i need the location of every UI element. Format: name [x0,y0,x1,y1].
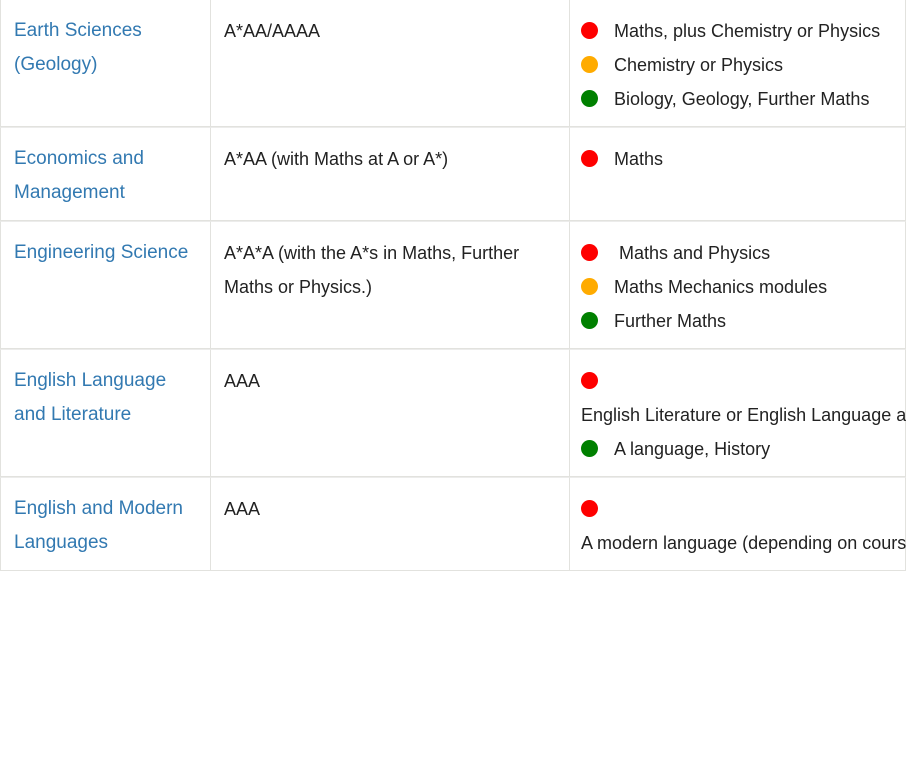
conditional-offer-text: A*AA (with Maths at A or A*) [224,149,449,169]
subject-requirements-cell: A modern language (depending on course c… [570,477,906,571]
subject-requirements-cell: Maths, plus Chemistry or Physics Chemistr… [570,0,906,127]
subject-requirement-label: Maths Mechanics modules [614,277,828,297]
conditional-offer-cell: A*AA (with Maths at A or A*) [211,127,570,221]
helpful-dot-icon [581,312,598,329]
subject-requirement-list: English Literature or English Language a… [581,364,906,466]
table-row: English Language and Literature AAA Englis… [0,349,906,477]
course-name-cell: Economics and Management [0,127,211,221]
subject-requirement-item: Biology, Geology, Further Maths [581,82,892,116]
conditional-offer-text: AAA [224,499,261,519]
subject-requirement-item: Maths [581,142,892,176]
table-row: Engineering Science A*A*A (with the A*s i… [0,221,906,349]
course-link[interactable]: Engineering Science [14,236,197,270]
course-link[interactable]: Earth Sciences (Geology) [14,14,197,82]
recommended-dot-icon [581,278,598,295]
subject-requirements-cell: Maths [570,127,906,221]
required-dot-icon [581,500,598,517]
subject-requirement-label: Biology, Geology, Further Maths [614,89,870,109]
table-row: Economics and Management A*AA (with Maths… [0,127,906,221]
table-body: Earth Sciences (Geology) A*AA/AAAA Maths, … [0,0,906,571]
subject-requirements-cell: English Literature or English Language a… [570,349,906,477]
subject-requirement-label: Further Maths [614,311,727,331]
subject-requirement-item: Maths Mechanics modules [581,270,892,304]
subject-requirement-item: Maths, plus Chemistry or Physics [581,14,892,48]
subject-requirement-item: Maths and Physics [581,236,892,270]
subject-requirement-list: Maths and Physics Maths Mechanics modules… [581,236,892,338]
subject-requirements-cell: Maths and Physics Maths Mechanics modules… [570,221,906,349]
course-link[interactable]: English Language and Literature [14,364,197,432]
subject-requirement-label: A modern language (depending on course c… [581,533,906,553]
subject-requirement-label: A language, History [614,439,771,459]
course-name-cell: Earth Sciences (Geology) [0,0,211,127]
conditional-offer-text: A*AA/AAAA [224,21,321,41]
helpful-dot-icon [581,440,598,457]
conditional-offer-text: AAA [224,371,261,391]
required-dot-icon [581,22,598,39]
helpful-dot-icon [581,90,598,107]
subject-requirement-list: A modern language (depending on course c… [581,492,906,560]
table-row: Earth Sciences (Geology) A*AA/AAAA Maths, … [0,0,906,127]
course-link[interactable]: English and Modern Languages [14,492,197,560]
requirements-table-container: Earth Sciences (Geology) A*AA/AAAA Maths, … [0,0,906,763]
table-row: English and Modern Languages AAA A modern … [0,477,906,571]
required-dot-icon [581,150,598,167]
subject-requirement-label: Chemistry or Physics [614,55,784,75]
course-name-cell: English Language and Literature [0,349,211,477]
course-link[interactable]: Economics and Management [14,142,197,210]
subject-requirement-item: A modern language (depending on course c… [581,492,906,560]
required-dot-icon [581,372,598,389]
subject-requirement-item: Further Maths [581,304,892,338]
conditional-offer-cell: AAA [211,477,570,571]
subject-requirement-list: Maths [581,142,892,176]
subject-requirement-item: English Literature or English Language a… [581,364,906,432]
subject-requirement-label: Maths [614,149,664,169]
course-name-cell: Engineering Science [0,221,211,349]
course-requirements-table: Earth Sciences (Geology) A*AA/AAAA Maths, … [0,0,906,571]
subject-requirement-item: Chemistry or Physics [581,48,892,82]
conditional-offer-cell: AAA [211,349,570,477]
subject-requirement-list: Maths, plus Chemistry or Physics Chemistr… [581,14,892,116]
subject-requirement-label: English Literature or English Language a… [581,405,906,425]
subject-requirement-label: Maths, plus Chemistry or Physics [614,21,881,41]
conditional-offer-text: A*A*A (with the A*s in Maths, Further Ma… [224,243,520,297]
subject-requirement-item: A language, History [581,432,892,466]
required-dot-icon [581,244,598,261]
recommended-dot-icon [581,56,598,73]
conditional-offer-cell: A*AA/AAAA [211,0,570,127]
subject-requirement-label: Maths and Physics [614,243,771,263]
conditional-offer-cell: A*A*A (with the A*s in Maths, Further Ma… [211,221,570,349]
course-name-cell: English and Modern Languages [0,477,211,571]
